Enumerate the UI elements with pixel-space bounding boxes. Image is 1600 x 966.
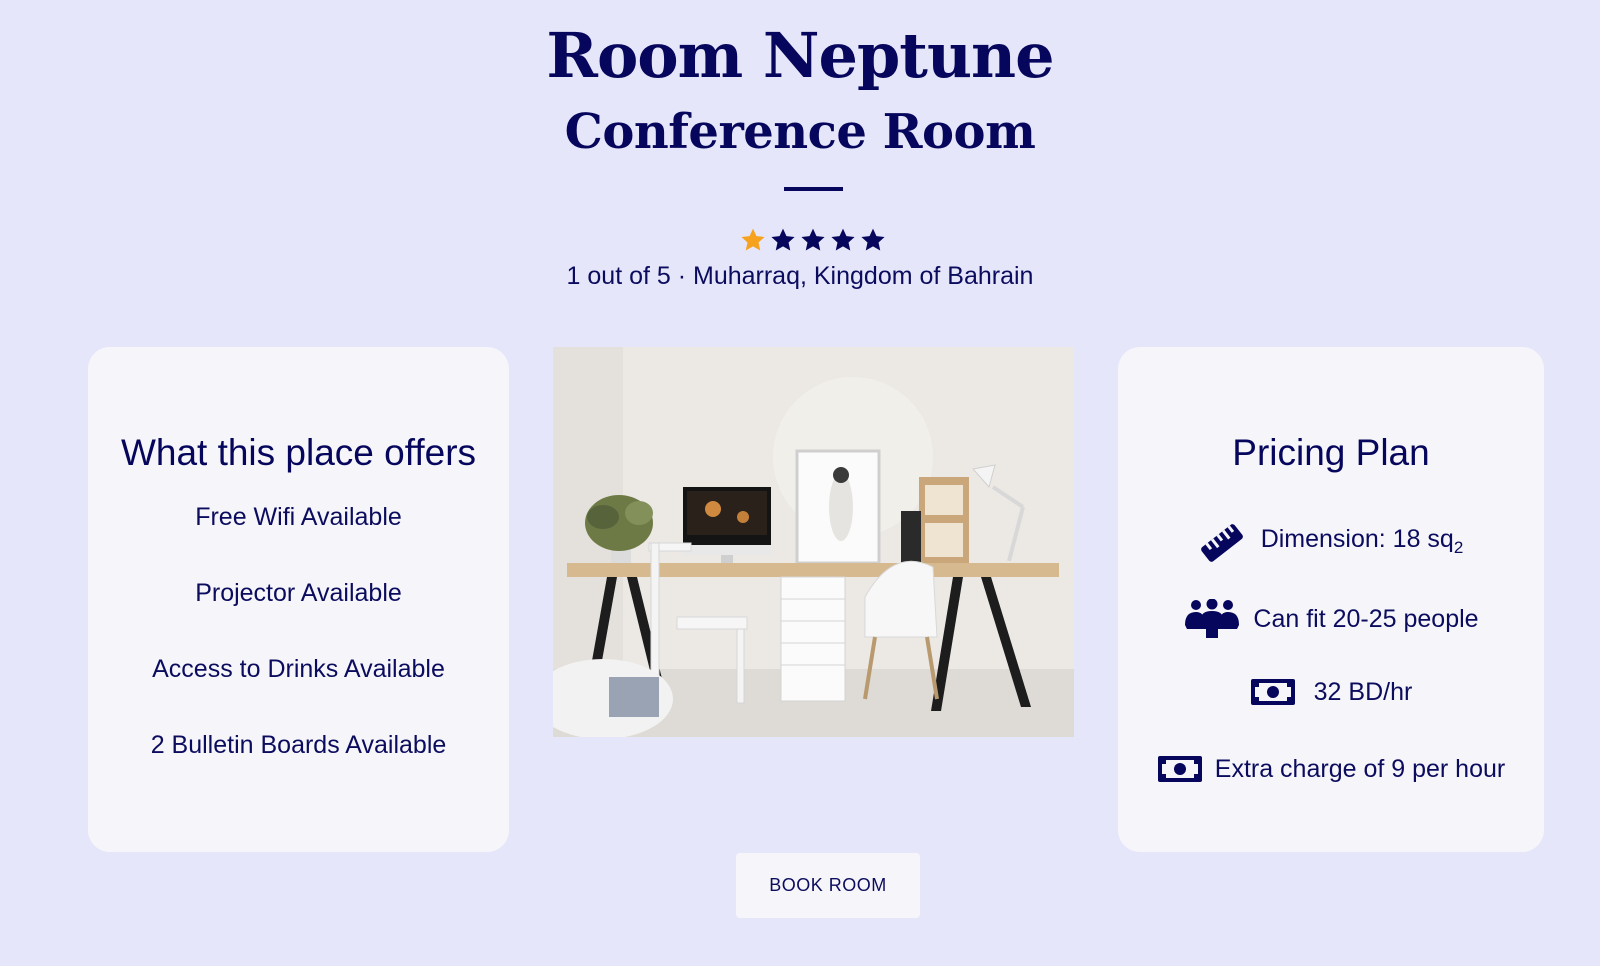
star-icon — [771, 228, 795, 251]
extra-charge-text: Extra charge of 9 per hour — [1214, 755, 1506, 783]
ruler-icon — [1200, 524, 1243, 562]
dimension-text: Dimension: 18 sq2 — [1260, 524, 1464, 557]
pricing-title: Pricing Plan — [1232, 432, 1430, 473]
title-divider — [784, 187, 843, 191]
room-title: Room Neptune — [546, 19, 1054, 92]
star-icon — [801, 228, 825, 251]
room-photo — [553, 347, 1074, 737]
star-icon — [831, 228, 855, 251]
amenities-card: What this place offers Free Wifi Availab… — [88, 347, 509, 852]
extra-charge-row: Extra charge of 9 per hour — [1118, 753, 1544, 785]
money-bill-icon — [1157, 756, 1202, 782]
amenity-item: Projector Available — [195, 579, 402, 607]
dimension-row: Dimension: 18 sq2 — [1118, 522, 1544, 564]
amenities-title: What this place offers — [120, 432, 477, 473]
rate-row: 32 BD/hr — [1118, 676, 1544, 708]
amenity-item: Access to Drinks Available — [152, 655, 445, 683]
book-room-button[interactable]: BOOK ROOM — [736, 853, 920, 918]
capacity-row: Can fit 20-25 people — [1118, 599, 1544, 639]
star-rating — [740, 227, 886, 255]
pricing-card: Pricing Plan Dimension: 18 sq2 Can fit 2… — [1118, 347, 1544, 852]
amenity-item: 2 Bulletin Boards Available — [150, 731, 447, 759]
rate-text: 32 BD/hr — [1313, 678, 1413, 706]
money-bill-icon — [1250, 679, 1295, 705]
capacity-text: Can fit 20-25 people — [1253, 605, 1479, 633]
room-type: Conference Room — [564, 104, 1036, 160]
star-icon-filled — [741, 228, 765, 251]
star-icon — [861, 228, 885, 251]
amenity-item: Free Wifi Available — [195, 503, 402, 531]
people-group-icon — [1185, 599, 1240, 638]
rating-location-text: 1 out of 5 · Muharraq, Kingdom of Bahrai… — [566, 262, 1034, 290]
